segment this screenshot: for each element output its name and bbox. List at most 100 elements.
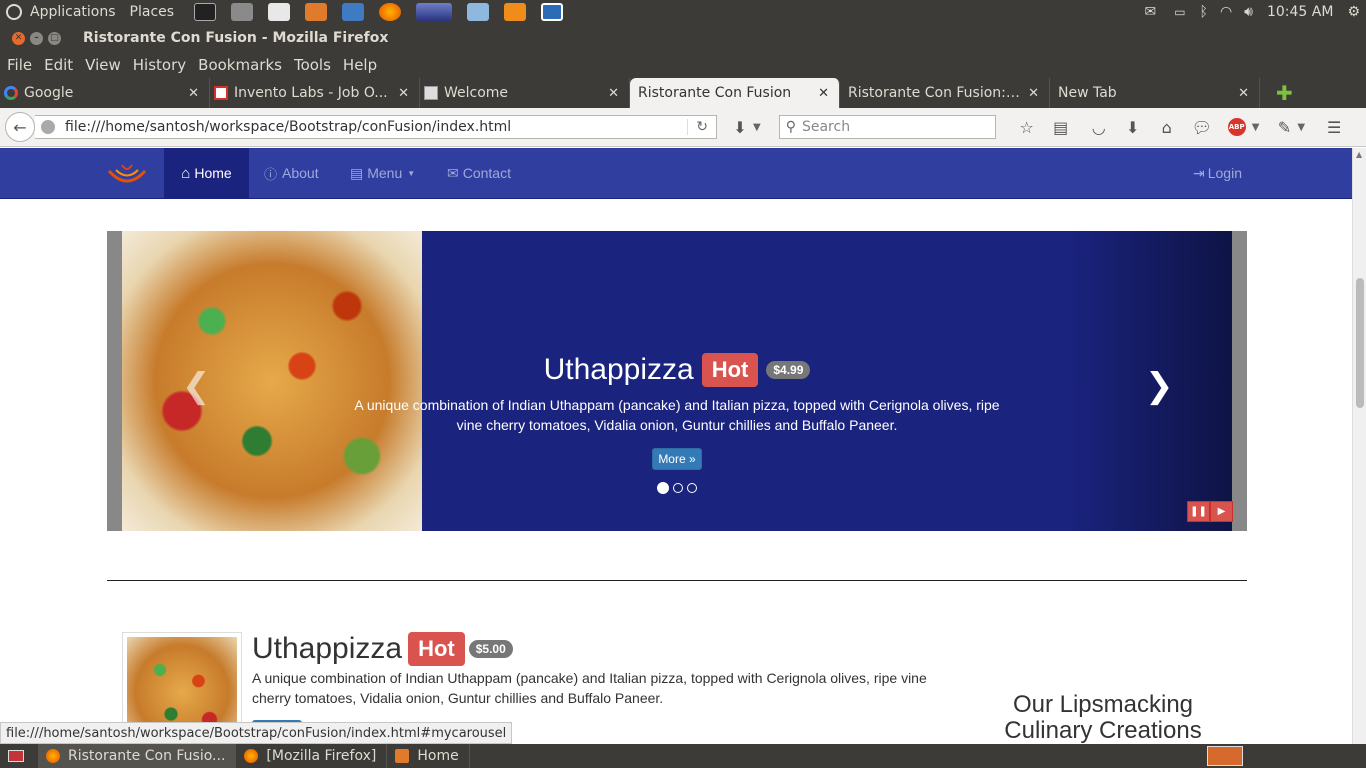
vertical-scrollbar[interactable]: ▲ bbox=[1352, 148, 1366, 744]
system-monitor-icon[interactable] bbox=[342, 3, 365, 21]
bluetooth-icon[interactable]: ᛒ bbox=[1200, 4, 1208, 20]
sublime-text-icon[interactable] bbox=[305, 3, 328, 21]
carousel-prev-area[interactable] bbox=[107, 231, 122, 531]
close-window-icon[interactable]: ✕ bbox=[12, 31, 25, 45]
downloads-arrow-icon[interactable]: ⬇ bbox=[1124, 118, 1142, 137]
volume-icon[interactable]: 🔊︎ bbox=[1244, 4, 1253, 20]
close-tab-icon[interactable]: ✕ bbox=[1238, 86, 1249, 101]
screenshot-icon[interactable] bbox=[541, 3, 564, 21]
tab-invento-labs[interactable]: Invento Labs - Job O... ✕ bbox=[210, 78, 420, 108]
taskbar: Ristorante Con Fusio... [Mozilla Firefox… bbox=[0, 744, 1366, 768]
taskbar-item-home[interactable]: Home bbox=[387, 744, 470, 768]
chat-icon[interactable]: 💬︎ bbox=[1192, 118, 1212, 137]
download-icon[interactable]: ⬇ bbox=[731, 118, 749, 137]
tab-welcome[interactable]: Welcome ✕ bbox=[420, 78, 630, 108]
text-editor-icon[interactable] bbox=[268, 3, 291, 21]
dish-description: A unique combination of Indian Uthappam … bbox=[252, 670, 927, 706]
nav-about[interactable]: ⓘ About bbox=[264, 148, 319, 198]
close-tab-icon[interactable]: ✕ bbox=[398, 86, 409, 101]
nav-menu-dropdown[interactable]: ▤ Menu ▼ bbox=[350, 148, 415, 198]
close-tab-icon[interactable]: ✕ bbox=[1028, 86, 1039, 101]
menu-view[interactable]: View bbox=[85, 56, 121, 74]
hamburger-menu-icon[interactable]: ☰ bbox=[1325, 118, 1343, 137]
carousel-dish-title: Uthappizza bbox=[543, 353, 694, 386]
extension-dropdown-icon[interactable]: ▼ bbox=[1297, 122, 1305, 133]
tab-label: Welcome bbox=[444, 85, 509, 101]
nav-login[interactable]: ⇥ Login bbox=[1193, 148, 1242, 198]
applications-menu[interactable]: Applications bbox=[6, 0, 116, 24]
carousel: ❮ ❯ Uthappizza Hot $4.99 A unique combin… bbox=[107, 231, 1247, 531]
hot-label: Hot bbox=[701, 353, 759, 387]
adblock-dropdown-icon[interactable]: ▼ bbox=[1252, 122, 1260, 133]
eclipse-icon[interactable] bbox=[504, 3, 527, 21]
tab-ristorante-2[interactable]: Ristorante Con Fusion: ... ✕ bbox=[840, 78, 1050, 108]
gear-icon[interactable]: ⚙ bbox=[1347, 4, 1360, 20]
more-button[interactable]: More » bbox=[652, 448, 702, 470]
scroll-up-icon[interactable]: ▲ bbox=[1356, 150, 1362, 159]
tab-label: Invento Labs - Job O... bbox=[234, 85, 388, 101]
chevron-left-icon[interactable]: ❮ bbox=[182, 366, 211, 406]
taskbar-item-ristorante[interactable]: Ristorante Con Fusio... bbox=[38, 744, 237, 768]
nav-home[interactable]: ⌂ Home bbox=[164, 148, 249, 198]
workspace-icon[interactable] bbox=[416, 3, 453, 21]
clock[interactable]: 10:45 AM bbox=[1267, 4, 1333, 20]
tab-label: New Tab bbox=[1058, 85, 1117, 101]
carousel-indicator-3[interactable] bbox=[687, 483, 697, 493]
close-tab-icon[interactable]: ✕ bbox=[188, 86, 199, 101]
tab-google[interactable]: Google ✕ bbox=[0, 78, 210, 108]
calculator-icon[interactable] bbox=[231, 3, 254, 21]
places-menu[interactable]: Places bbox=[130, 0, 175, 24]
minimize-window-icon[interactable]: – bbox=[30, 31, 43, 45]
back-arrow-icon[interactable]: ← bbox=[5, 112, 35, 142]
menu-file[interactable]: File bbox=[7, 56, 32, 74]
reading-list-icon[interactable]: ▤ bbox=[1052, 118, 1070, 137]
home-icon: ⌂ bbox=[181, 164, 191, 182]
reload-icon[interactable]: ↻ bbox=[687, 119, 708, 135]
terminal-icon[interactable] bbox=[194, 3, 217, 21]
carousel-indicator-1[interactable] bbox=[657, 482, 669, 494]
play-icon[interactable]: ▶ bbox=[1210, 501, 1233, 522]
wifi-icon[interactable]: ◠ bbox=[1220, 4, 1232, 20]
menu-history[interactable]: History bbox=[133, 56, 186, 74]
virtualbox-icon[interactable] bbox=[467, 3, 490, 21]
carousel-next-area[interactable] bbox=[1232, 231, 1247, 531]
firefox-icon bbox=[244, 749, 259, 763]
nav-contact-label: Contact bbox=[462, 165, 511, 181]
menu-tools[interactable]: Tools bbox=[294, 56, 331, 74]
bookmark-star-icon[interactable]: ☆ bbox=[1018, 118, 1036, 137]
menu-edit[interactable]: Edit bbox=[44, 56, 73, 74]
tab-new-tab[interactable]: New Tab ✕ bbox=[1050, 78, 1260, 108]
scrollbar-thumb[interactable] bbox=[1356, 278, 1364, 408]
list-icon: ▤ bbox=[350, 164, 364, 181]
pause-icon[interactable]: ❚❚ bbox=[1187, 501, 1210, 522]
new-tab-plus-icon[interactable]: ✚ bbox=[1276, 78, 1293, 108]
maximize-window-icon[interactable]: □ bbox=[48, 31, 61, 45]
nav-contact[interactable]: ✉ Contact bbox=[447, 148, 511, 198]
carousel-indicator-2[interactable] bbox=[673, 483, 683, 493]
url-bar[interactable]: file:///home/santosh/workspace/Bootstrap… bbox=[35, 115, 717, 139]
taskbar-item-mozilla-firefox[interactable]: [Mozilla Firefox] bbox=[236, 744, 388, 768]
mail-icon[interactable]: ✉ bbox=[1144, 4, 1156, 20]
chevron-right-icon[interactable]: ❯ bbox=[1145, 366, 1174, 406]
pocket-icon[interactable]: ◡ bbox=[1090, 118, 1108, 137]
chevron-down-icon[interactable]: ▼ bbox=[753, 122, 761, 133]
brand-logo[interactable] bbox=[106, 161, 148, 189]
firefox-launcher-icon[interactable] bbox=[379, 3, 402, 21]
window-title: Ristorante Con Fusion - Mozilla Firefox bbox=[83, 30, 389, 46]
menu-help[interactable]: Help bbox=[343, 56, 377, 74]
menu-bookmarks[interactable]: Bookmarks bbox=[198, 56, 282, 74]
close-tab-icon[interactable]: ✕ bbox=[818, 86, 829, 101]
search-input[interactable]: ⚲ Search bbox=[778, 115, 996, 139]
tab-ristorante-active[interactable]: Ristorante Con Fusion ✕ bbox=[630, 78, 840, 108]
adblock-icon[interactable]: ABP bbox=[1227, 118, 1246, 136]
show-desktop-icon[interactable] bbox=[8, 750, 24, 762]
home-icon[interactable]: ⌂ bbox=[1158, 118, 1176, 137]
battery-icon[interactable]: ▭ bbox=[1174, 5, 1185, 19]
nav-about-label: About bbox=[282, 165, 319, 181]
restaurant-logo-icon bbox=[107, 164, 147, 183]
price-badge: $5.00 bbox=[468, 640, 513, 658]
close-tab-icon[interactable]: ✕ bbox=[608, 86, 619, 101]
page-viewport: ⌂ Home ⓘ About ▤ Menu ▼ ✉ Contact ⇥ Logi… bbox=[0, 148, 1366, 744]
extension-icon[interactable]: ✎ bbox=[1275, 118, 1293, 137]
workspace-switcher-icon[interactable] bbox=[1207, 746, 1243, 766]
